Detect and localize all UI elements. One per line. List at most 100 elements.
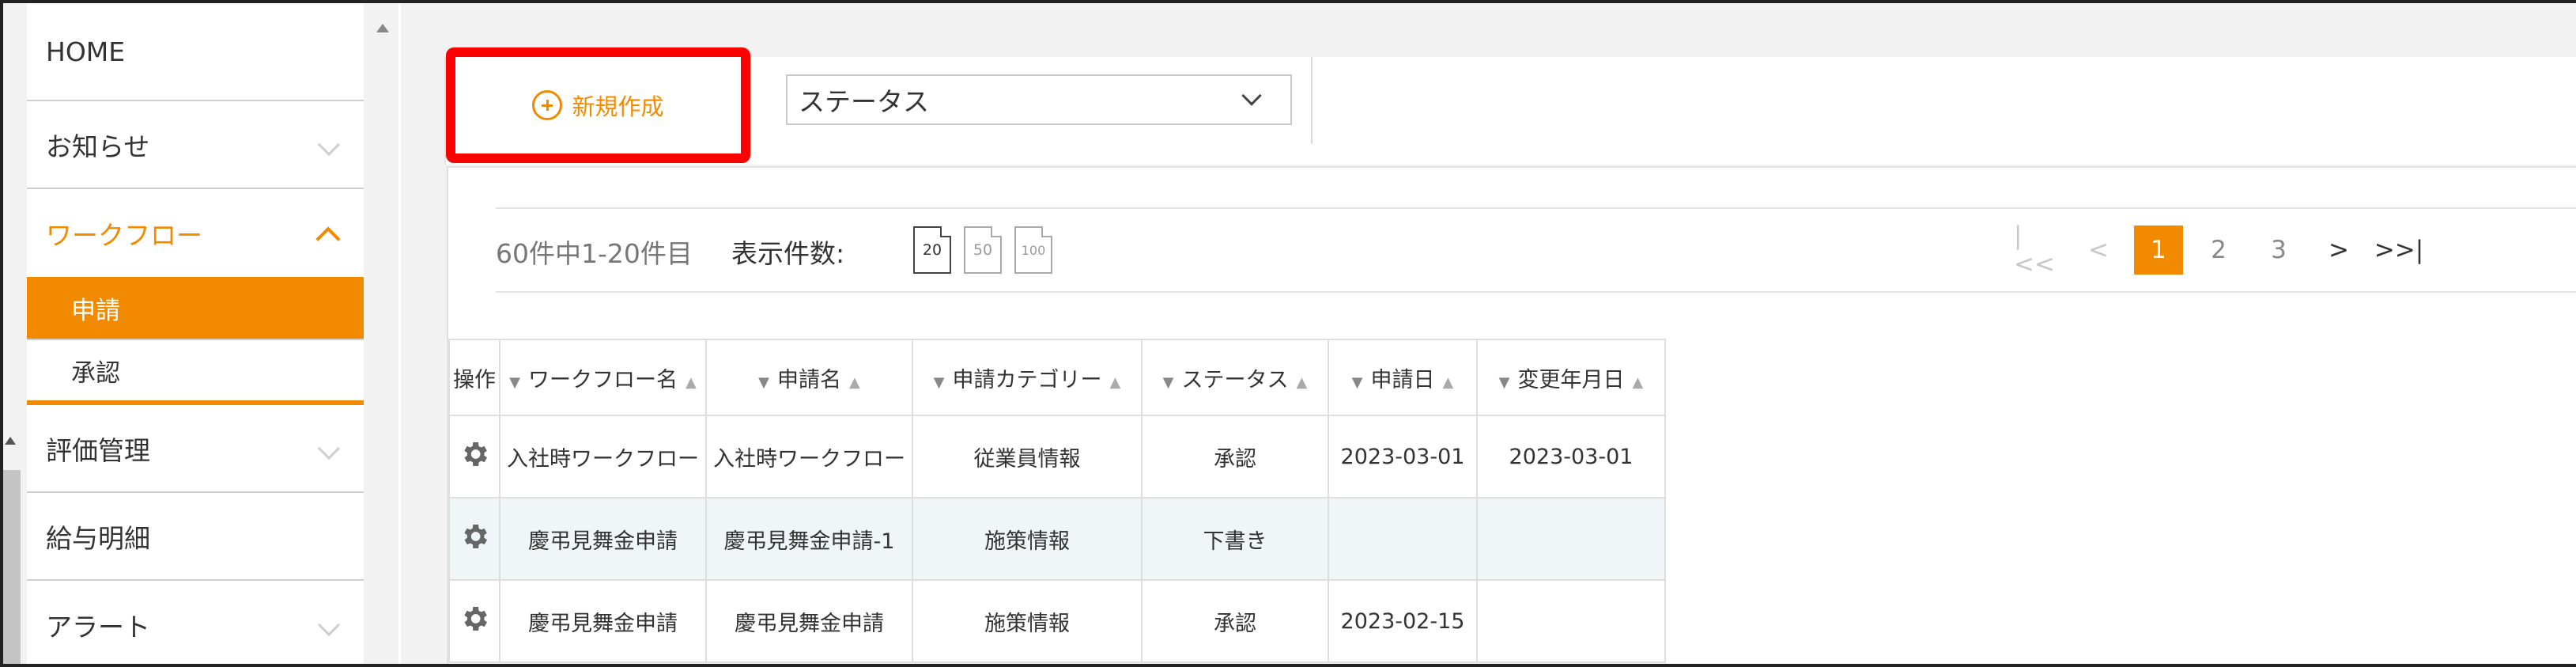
cell-category: 施策情報 xyxy=(912,497,1143,581)
per-page-100-label: 100 xyxy=(1021,242,1046,258)
main-area: 新規作成 ステータス 60件中1-20件目 表示件数: 20 50 100 |<… xyxy=(401,3,2576,664)
column-header-status[interactable]: ▼ ステータス ▲ xyxy=(1141,339,1329,416)
sort-desc-icon[interactable]: ▼ xyxy=(509,374,520,391)
column-header-workflow-name[interactable]: ▼ ワークフロー名 ▲ xyxy=(499,339,707,416)
sidebar-item-notices[interactable]: お知らせ xyxy=(27,101,364,189)
plus-circle-icon xyxy=(532,90,563,120)
column-header-modified-date[interactable]: ▼ 変更年月日 ▲ xyxy=(1476,339,1666,416)
scroll-up-arrow-icon[interactable] xyxy=(376,24,389,32)
toolbar: 新規作成 ステータス xyxy=(444,47,2576,165)
sidebar-item-label: ワークフロー xyxy=(46,219,202,251)
status-select-value: ステータス xyxy=(799,86,929,117)
table-header-row: 操作 ▼ ワークフロー名 ▲ ▼ 申請名 ▲ ▼ 申請カテゴリー ▲ ▼ ステータス ▲ xyxy=(448,339,1666,416)
first-page-icon[interactable]: |<< xyxy=(2014,222,2063,279)
toolbar-divider xyxy=(1311,57,1313,144)
sidebar-subitem-approve[interactable]: 承認 xyxy=(27,339,364,400)
new-create-button[interactable]: 新規作成 xyxy=(446,47,750,163)
column-header-label: 申請日 xyxy=(1370,367,1435,392)
chevron-up-icon xyxy=(315,225,341,252)
sidebar-item-label: HOME xyxy=(46,36,126,67)
per-page-100-icon[interactable]: 100 xyxy=(1014,226,1052,274)
app-window: HOME お知らせ ワークフロー 申請 承認 評価管理 給与明細 アラート 新規… xyxy=(0,0,2576,667)
column-header-label: ワークフロー名 xyxy=(528,367,678,392)
prev-page-icon[interactable]: < xyxy=(2074,225,2123,275)
cell-workflow-name: 慶弔見舞金申請 xyxy=(499,497,707,581)
cell-application-name: 慶弔見舞金申請-1 xyxy=(705,497,913,581)
sidebar-scroll-thumb[interactable] xyxy=(3,470,21,664)
column-header-category[interactable]: ▼ 申請カテゴリー ▲ xyxy=(912,339,1143,416)
page-1-button[interactable]: 1 xyxy=(2134,225,2183,275)
table-row[interactable]: 慶弔見舞金申請 慶弔見舞金申請 施策情報 承認 2023-02-15 xyxy=(448,579,1666,663)
column-header-application-name[interactable]: ▼ 申請名 ▲ xyxy=(705,339,913,416)
sidebar-item-label: お知らせ xyxy=(46,131,150,162)
sort-desc-icon[interactable]: ▼ xyxy=(934,374,945,391)
cell-apply-date: 2023-03-01 xyxy=(1328,415,1478,498)
per-page-50-label: 50 xyxy=(973,241,993,259)
chevron-down-icon xyxy=(317,613,341,636)
table-row[interactable]: 入社時ワークフロー 入社時ワークフロー 従業員情報 承認 2023-03-01 … xyxy=(448,415,1666,498)
sidebar-right-scrollbar[interactable] xyxy=(364,3,398,664)
sidebar-item-home[interactable]: HOME xyxy=(27,3,364,101)
sidebar-item-workflow[interactable]: ワークフロー xyxy=(27,189,364,277)
sort-asc-icon[interactable]: ▲ xyxy=(1443,374,1454,391)
sort-desc-icon[interactable]: ▼ xyxy=(758,374,769,391)
sort-desc-icon[interactable]: ▼ xyxy=(1163,374,1174,391)
last-page-icon[interactable]: >>| xyxy=(2374,225,2423,275)
sidebar-subitem-label: 承認 xyxy=(71,358,120,388)
per-page-20-label: 20 xyxy=(922,241,942,259)
per-page-20-icon[interactable]: 20 xyxy=(913,226,951,274)
sort-asc-icon[interactable]: ▲ xyxy=(686,374,697,391)
sort-asc-icon[interactable]: ▲ xyxy=(1297,374,1308,391)
sidebar-item-payslip[interactable]: 給与明細 xyxy=(27,493,364,581)
cell-workflow-name: 慶弔見舞金申請 xyxy=(499,579,707,663)
sort-asc-icon[interactable]: ▲ xyxy=(849,374,860,391)
gear-icon[interactable] xyxy=(459,521,490,552)
per-page-50-icon[interactable]: 50 xyxy=(964,226,1002,274)
chevron-down-icon xyxy=(1241,85,1262,106)
workflow-table: 操作 ▼ ワークフロー名 ▲ ▼ 申請名 ▲ ▼ 申請カテゴリー ▲ ▼ ステータス ▲ xyxy=(448,339,1666,663)
sort-asc-icon[interactable]: ▲ xyxy=(1633,374,1644,391)
column-header-label: 変更年月日 xyxy=(1517,367,1625,392)
page-3-button[interactable]: 3 xyxy=(2254,225,2303,275)
chevron-down-icon xyxy=(317,133,341,156)
cell-modified-date xyxy=(1476,497,1666,581)
chevron-down-icon xyxy=(317,437,341,460)
row-action-cell[interactable] xyxy=(448,497,500,581)
sidebar-item-label: 給与明細 xyxy=(46,522,150,554)
status-select[interactable]: ステータス xyxy=(786,74,1292,125)
column-header-label: 申請名 xyxy=(777,367,841,392)
content-panel: 60件中1-20件目 表示件数: 20 50 100 |<< < 1 2 3 >… xyxy=(447,166,2576,664)
next-page-icon[interactable]: > xyxy=(2314,225,2363,275)
column-header-apply-date[interactable]: ▼ 申請日 ▲ xyxy=(1328,339,1478,416)
gear-icon[interactable] xyxy=(459,603,490,635)
page-2-button[interactable]: 2 xyxy=(2194,225,2243,275)
cell-category: 従業員情報 xyxy=(912,415,1143,498)
gear-icon[interactable] xyxy=(459,438,490,470)
scroll-up-arrow-icon[interactable] xyxy=(5,437,16,445)
sort-asc-icon[interactable]: ▲ xyxy=(1110,374,1121,391)
column-header-label: ステータス xyxy=(1181,367,1289,392)
sidebar-item-alert[interactable]: アラート xyxy=(27,581,364,664)
cell-application-name: 慶弔見舞金申請 xyxy=(705,579,913,663)
sidebar: HOME お知らせ ワークフロー 申請 承認 評価管理 給与明細 アラート xyxy=(3,3,398,664)
nav-menu: HOME お知らせ ワークフロー 申請 承認 評価管理 給与明細 アラート xyxy=(27,3,364,664)
sort-desc-icon[interactable]: ▼ xyxy=(1499,374,1510,391)
cell-status: 下書き xyxy=(1141,497,1329,581)
column-header-action: 操作 xyxy=(448,339,500,416)
new-create-label: 新規作成 xyxy=(572,93,664,120)
cell-modified-date: 2023-03-01 xyxy=(1476,415,1666,498)
sidebar-subitem-label: 申請 xyxy=(71,296,120,325)
cell-apply-date xyxy=(1328,497,1478,581)
pagination-bar: 60件中1-20件目 表示件数: 20 50 100 |<< < 1 2 3 >… xyxy=(496,207,2576,293)
sort-desc-icon[interactable]: ▼ xyxy=(1352,374,1363,391)
pager: |<< < 1 2 3 > >>| xyxy=(2014,222,2434,279)
sidebar-item-evaluation[interactable]: 評価管理 xyxy=(27,405,364,493)
cell-application-name: 入社時ワークフロー xyxy=(705,415,913,498)
workflow-submenu: 申請 承認 xyxy=(27,277,364,405)
column-header-label: 操作 xyxy=(453,367,496,392)
row-action-cell[interactable] xyxy=(448,415,500,498)
column-header-label: 申請カテゴリー xyxy=(952,367,1102,392)
sidebar-subitem-apply[interactable]: 申請 xyxy=(27,277,364,339)
table-row[interactable]: 慶弔見舞金申請 慶弔見舞金申請-1 施策情報 下書き xyxy=(448,497,1666,581)
row-action-cell[interactable] xyxy=(448,579,500,663)
